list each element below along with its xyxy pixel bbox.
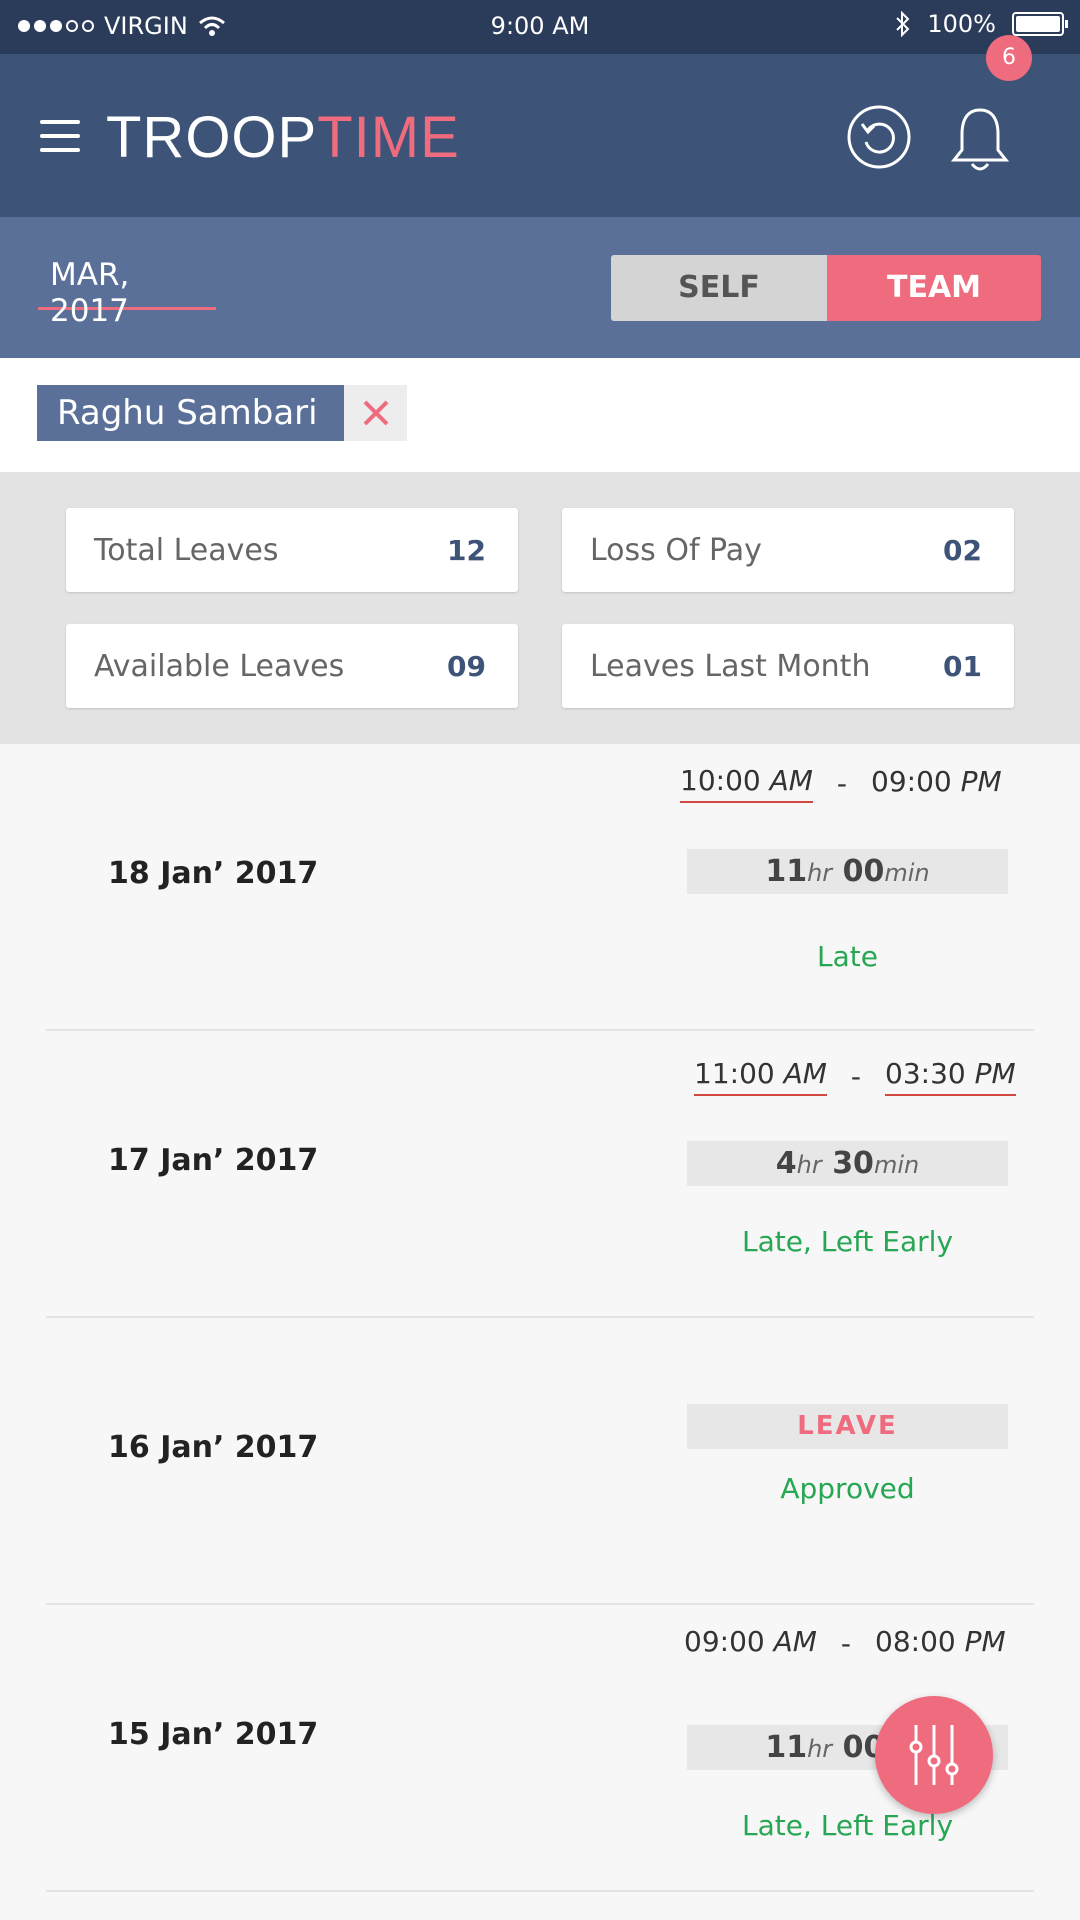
divider	[46, 1890, 1034, 1892]
app-header: TROOPTIME	[0, 54, 1080, 217]
check-in-time[interactable]: 11:00 AM	[694, 1057, 827, 1096]
attendance-status: Late, Left Early	[741, 1809, 954, 1842]
stat-card-available-leaves: Available Leaves 09	[66, 624, 518, 708]
filter-bar: MAR, 2017 SELF TEAM	[0, 217, 1080, 358]
duration: 4hr 30min	[687, 1141, 1008, 1186]
menu-icon[interactable]	[40, 120, 80, 154]
attendance-entry[interactable]: 10:00 AM - 09:00 PM 18 Jan’ 2017 11hr 00…	[0, 744, 1080, 1031]
entry-date: 18 Jan’ 2017	[108, 856, 319, 891]
entry-date: 16 Jan’ 2017	[108, 1430, 319, 1465]
attendance-status: Late	[817, 940, 878, 973]
time-range: 10:00 AM - 09:00 PM	[680, 764, 1020, 803]
stat-card-loss-of-pay: Loss Of Pay 02	[562, 508, 1014, 592]
entry-date: 15 Jan’ 2017	[108, 1717, 319, 1752]
close-icon	[363, 400, 388, 426]
battery-percent: 100%	[927, 10, 996, 38]
time-range: 09:00 AM - 08:00 PM	[684, 1625, 1006, 1662]
check-out-time[interactable]: 08:00 PM	[875, 1625, 1006, 1662]
time-range: 11:00 AM - 03:30 PM	[694, 1057, 1034, 1096]
duration: 11hr 00min	[687, 849, 1008, 894]
leave-label: LEAVE	[687, 1404, 1008, 1449]
member-chip-name: Raghu Sambari	[37, 385, 344, 441]
stat-card-total-leaves: Total Leaves 12	[66, 508, 518, 592]
battery-icon	[1012, 12, 1068, 36]
status-bar: VIRGIN 9:00 AM 100%	[0, 0, 1080, 54]
check-out-time[interactable]: 09:00 PM	[871, 765, 1002, 802]
remove-member-button[interactable]	[344, 385, 407, 441]
leave-status: Approved	[780, 1472, 915, 1505]
self-tab[interactable]: SELF	[611, 255, 827, 321]
app-logo: TROOPTIME	[106, 105, 460, 170]
bluetooth-icon	[896, 11, 910, 37]
member-chip: Raghu Sambari	[37, 385, 407, 441]
month-selector[interactable]: MAR, 2017	[38, 257, 216, 329]
selected-member-row: Raghu Sambari	[0, 358, 1080, 472]
self-team-toggle: SELF TEAM	[611, 255, 1041, 321]
check-in-time[interactable]: 10:00 AM	[680, 764, 813, 803]
leave-stats: Total Leaves 12 Loss Of Pay 02 Available…	[0, 472, 1080, 744]
check-in-time[interactable]: 09:00 AM	[684, 1625, 817, 1662]
refresh-icon[interactable]	[846, 104, 912, 170]
sliders-icon	[909, 1725, 959, 1785]
attendance-entry[interactable]: 11:00 AM - 03:30 PM 17 Jan’ 2017 4hr 30m…	[0, 1031, 1080, 1318]
bell-icon[interactable]	[950, 104, 1010, 174]
notification-badge: 6	[986, 35, 1032, 81]
entry-date: 17 Jan’ 2017	[108, 1143, 319, 1178]
filter-fab-button[interactable]	[875, 1696, 993, 1814]
stat-card-leaves-last-month: Leaves Last Month 01	[562, 624, 1014, 708]
attendance-entry[interactable]: 16 Jan’ 2017 LEAVE Approved	[0, 1318, 1080, 1605]
check-out-time[interactable]: 03:30 PM	[885, 1057, 1016, 1096]
attendance-status: Late, Left Early	[741, 1225, 954, 1258]
team-tab[interactable]: TEAM	[827, 255, 1041, 321]
